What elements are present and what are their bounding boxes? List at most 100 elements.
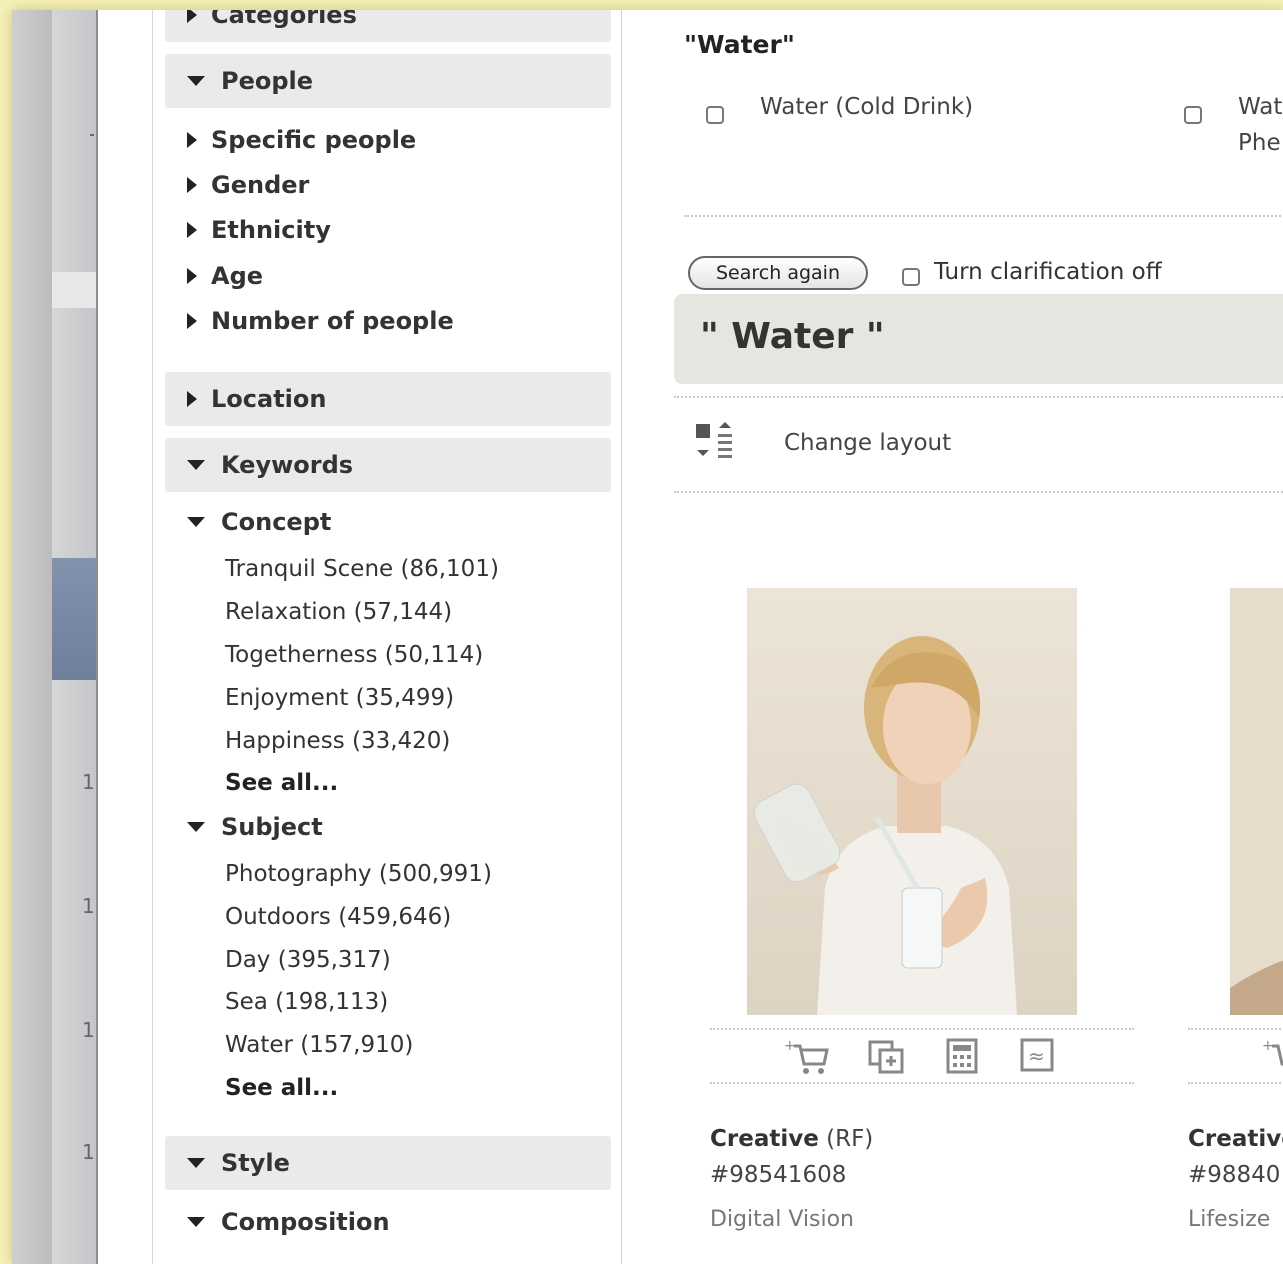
keyword-link[interactable]: Relaxation (57,144): [225, 599, 452, 625]
svg-text:≈: ≈: [1028, 1044, 1045, 1068]
see-all-link[interactable]: See all...: [225, 1075, 338, 1101]
refine-sidebar: Categories People Specific people Gender…: [152, 10, 623, 1264]
collection-name: Creative: [710, 1126, 819, 1152]
background-band: [52, 272, 96, 308]
license-type: (RF): [818, 1126, 874, 1152]
section-keywords[interactable]: Keywords: [165, 438, 611, 492]
result-source[interactable]: Digital Vision: [710, 1207, 854, 1232]
section-label: Keywords: [221, 451, 354, 479]
caret-down-icon: [187, 1158, 205, 1168]
background-digit: 1: [82, 770, 95, 794]
group-label: Subject: [221, 813, 323, 841]
caret-down-icon: [187, 517, 205, 527]
caret-down-icon: [187, 76, 205, 86]
divider: [684, 215, 1283, 217]
results-panel: "Water" Water (Cold Drink) Wat Phe Searc…: [622, 10, 1283, 1264]
keyword-link[interactable]: Happiness (33,420): [225, 728, 450, 754]
group-label: Composition: [221, 1208, 390, 1236]
option-label[interactable]: Water (Cold Drink): [760, 94, 973, 120]
option-checkbox[interactable]: [1184, 106, 1202, 124]
filter-label: Gender: [211, 171, 310, 199]
filter-age[interactable]: Age: [187, 262, 263, 290]
caret-down-icon: [187, 1217, 205, 1227]
add-to-lightbox-icon[interactable]: [868, 1040, 904, 1078]
svg-text:+: +: [784, 1038, 796, 1054]
divider: [1188, 1082, 1283, 1084]
keyword-link[interactable]: Day (395,317): [225, 947, 391, 973]
filter-gender[interactable]: Gender: [187, 171, 309, 199]
layout-toggle-icon[interactable]: [694, 422, 742, 466]
background-digit: 1: [82, 894, 95, 918]
section-label: Style: [221, 1149, 290, 1177]
section-label: Categories: [211, 10, 357, 29]
section-label: Location: [211, 385, 327, 413]
background-digit: 1: [82, 1140, 95, 1164]
option-label[interactable]: Wat: [1238, 94, 1282, 120]
see-all-link[interactable]: See all...: [225, 770, 338, 796]
result-id: #98541608: [710, 1162, 847, 1188]
caret-right-icon: [187, 132, 197, 148]
caret-right-icon: [187, 177, 197, 193]
filter-number-of-people[interactable]: Number of people: [187, 307, 454, 335]
section-style[interactable]: Style: [165, 1136, 611, 1190]
keyword-link[interactable]: Water (157,910): [225, 1032, 413, 1058]
filter-label: Number of people: [211, 307, 454, 335]
page-gutter: [96, 10, 154, 1264]
svg-text:+: +: [1262, 1038, 1274, 1054]
result-collection: Creative (RF): [710, 1126, 873, 1152]
keyword-link[interactable]: Sea (198,113): [225, 989, 388, 1015]
option-checkbox[interactable]: [706, 106, 724, 124]
query-banner: " Water ": [674, 294, 1283, 384]
filter-label: Specific people: [211, 126, 417, 154]
divider: [1188, 1028, 1283, 1030]
divider: [674, 491, 1283, 493]
keyword-link[interactable]: Photography (500,991): [225, 861, 492, 887]
query-text: " Water ": [700, 316, 885, 357]
result-collection: Creative: [1188, 1126, 1283, 1152]
clarify-title: "Water": [684, 30, 795, 59]
similar-images-icon[interactable]: ≈: [1020, 1038, 1056, 1078]
keyword-link[interactable]: Tranquil Scene (86,101): [225, 556, 499, 582]
divider: [674, 396, 1283, 398]
caret-right-icon: [187, 10, 197, 23]
section-label: People: [221, 67, 314, 95]
collection-name: Creative: [1188, 1126, 1283, 1152]
section-location[interactable]: Location: [165, 372, 611, 426]
filter-specific-people[interactable]: Specific people: [187, 126, 416, 154]
calculate-price-icon[interactable]: [946, 1038, 980, 1078]
keyword-link[interactable]: Enjoyment (35,499): [225, 685, 454, 711]
caret-down-icon: [187, 460, 205, 470]
search-again-button[interactable]: Search again: [688, 256, 868, 290]
group-label: Concept: [221, 508, 332, 536]
caret-right-icon: [187, 313, 197, 329]
filter-ethnicity[interactable]: Ethnicity: [187, 216, 331, 244]
caret-down-icon: [187, 822, 205, 832]
background-selection-band: [52, 558, 96, 680]
add-to-cart-icon[interactable]: +: [784, 1038, 832, 1080]
keyword-link[interactable]: Togetherness (50,114): [225, 642, 483, 668]
caret-right-icon: [187, 268, 197, 284]
clarification-checkbox[interactable]: [902, 268, 920, 286]
add-to-cart-icon[interactable]: +: [1262, 1038, 1283, 1080]
filter-label: Ethnicity: [211, 216, 331, 244]
result-thumbnail[interactable]: [1230, 588, 1283, 1015]
background-window-edge: 1 1 1 1: [12, 10, 96, 1264]
caret-right-icon: [187, 222, 197, 238]
section-categories[interactable]: Categories: [165, 10, 611, 42]
result-id: #98840: [1188, 1162, 1281, 1188]
background-tick: [90, 134, 94, 136]
result-source[interactable]: Lifesize: [1188, 1207, 1270, 1232]
change-layout-link[interactable]: Change layout: [784, 430, 951, 456]
group-composition[interactable]: Composition: [187, 1208, 390, 1236]
keyword-link[interactable]: Outdoors (459,646): [225, 904, 451, 930]
divider: [710, 1028, 1134, 1030]
filter-label: Age: [211, 262, 264, 290]
option-label[interactable]: Phe: [1238, 130, 1281, 156]
result-thumbnail[interactable]: [747, 588, 1077, 1015]
clarification-off-label[interactable]: Turn clarification off: [934, 259, 1162, 285]
section-people[interactable]: People: [165, 54, 611, 108]
divider: [710, 1082, 1134, 1084]
caret-right-icon: [187, 391, 197, 407]
group-subject[interactable]: Subject: [187, 813, 323, 841]
group-concept[interactable]: Concept: [187, 508, 331, 536]
